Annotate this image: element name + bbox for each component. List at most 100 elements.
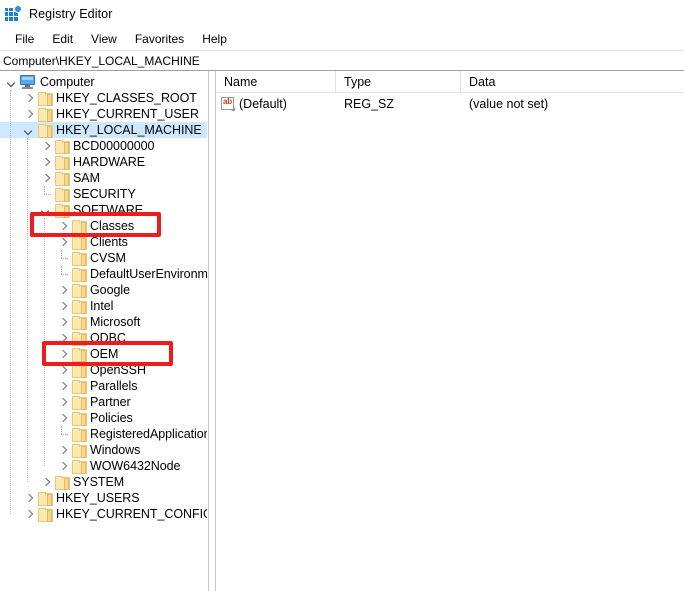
tree-node[interactable]: Parallels [0,378,207,394]
folder-icon [72,395,87,410]
tree-node[interactable]: Google [0,282,207,298]
chevron-right-icon[interactable] [21,506,37,522]
tree-node-label: CVSM [90,251,126,265]
tree-node[interactable]: Policies [0,410,207,426]
tree-node-label: Intel [90,299,114,313]
chevron-right-icon[interactable] [55,298,71,314]
tree-node[interactable]: Windows [0,442,207,458]
menu-item-edit[interactable]: Edit [43,30,82,48]
tree-node[interactable]: SOFTWARE [0,202,207,218]
computer-icon [20,75,36,89]
chevron-right-icon[interactable] [38,154,54,170]
chevron-right-icon[interactable] [38,474,54,490]
pane-splitter[interactable] [208,71,216,591]
folder-icon [55,187,70,202]
address-bar[interactable]: Computer\HKEY_LOCAL_MACHINE [0,50,684,71]
folder-icon [38,491,53,506]
tree-node[interactable]: CVSM [0,250,207,266]
tree-node[interactable]: ODBC [0,330,207,346]
menu-item-favorites[interactable]: Favorites [126,30,193,48]
chevron-right-icon[interactable] [55,378,71,394]
chevron-right-icon[interactable] [55,442,71,458]
tree-node-label: RegisteredApplications [90,427,208,441]
tree-node-label: SYSTEM [73,475,125,489]
tree-node[interactable]: HARDWARE [0,154,207,170]
folder-icon [72,427,87,442]
chevron-right-icon[interactable] [38,170,54,186]
tree-node[interactable]: Partner [0,394,207,410]
tree-node[interactable]: HKEY_CURRENT_USER [0,106,207,122]
chevron-down-icon[interactable] [38,202,54,218]
chevron-right-icon[interactable] [55,330,71,346]
menu-item-help[interactable]: Help [193,30,236,48]
chevron-right-icon[interactable] [55,314,71,330]
tree-connector-line [55,266,71,282]
registry-editor-icon [5,6,21,22]
chevron-right-icon[interactable] [21,106,37,122]
chevron-right-icon[interactable] [55,218,71,234]
chevron-down-icon[interactable] [4,74,20,90]
tree-node[interactable]: SAM [0,170,207,186]
tree-node[interactable]: Intel [0,298,207,314]
chevron-down-icon[interactable] [21,122,37,138]
tree-node[interactable]: SECURITY [0,186,207,202]
tree-node[interactable]: HKEY_CURRENT_CONFIG [0,506,207,522]
chevron-right-icon[interactable] [38,138,54,154]
tree-node[interactable]: BCD00000000 [0,138,207,154]
column-header-data[interactable]: Data [461,71,684,92]
tree-node[interactable]: HKEY_CLASSES_ROOT [0,90,207,106]
tree-node[interactable]: RegisteredApplications [0,426,207,442]
tree-node[interactable]: Microsoft [0,314,207,330]
menu-item-view[interactable]: View [82,30,126,48]
folder-icon [38,91,53,106]
menu-item-file[interactable]: File [6,30,43,48]
tree-node[interactable]: Clients [0,234,207,250]
folder-icon [72,379,87,394]
tree-node-label: SECURITY [73,187,136,201]
chevron-right-icon[interactable] [55,362,71,378]
value-list-pane[interactable]: Name Type Data ab (Default) REG_SZ (value n… [216,71,684,591]
chevron-right-icon[interactable] [55,410,71,426]
tree-node-label: SAM [73,171,100,185]
tree-node[interactable]: OEM [0,346,207,362]
column-header-name[interactable]: Name [216,71,336,92]
folder-icon [55,139,70,154]
tree-node-label: WOW6432Node [90,459,181,473]
folder-icon [72,347,87,362]
folder-icon [72,283,87,298]
tree-node[interactable]: Computer [0,74,207,90]
folder-icon [72,411,87,426]
tree-node-label: HKEY_CLASSES_ROOT [56,91,197,105]
folder-icon [72,219,87,234]
tree-node-label: Computer [40,75,95,89]
tree-node[interactable]: HKEY_USERS [0,490,207,506]
tree-node[interactable]: SYSTEM [0,474,207,490]
tree-node[interactable]: DefaultUserEnvironmen [0,266,207,282]
tree-node-label: HARDWARE [73,155,146,169]
chevron-right-icon[interactable] [55,346,71,362]
chevron-right-icon[interactable] [55,282,71,298]
chevron-right-icon[interactable] [55,394,71,410]
column-header-type[interactable]: Type [336,71,461,92]
tree-node-label: BCD00000000 [73,139,155,153]
tree-node[interactable]: Classes [0,218,207,234]
chevron-right-icon[interactable] [21,90,37,106]
tree-node[interactable]: OpenSSH [0,362,207,378]
folder-icon [72,443,87,458]
chevron-right-icon[interactable] [55,458,71,474]
tree-connector-line [55,426,71,442]
tree-node[interactable]: WOW6432Node [0,458,207,474]
chevron-right-icon[interactable] [21,490,37,506]
tree-node[interactable]: HKEY_LOCAL_MACHINE [0,122,207,138]
registry-tree-pane[interactable]: Computer HKEY_CLASSES_ROOT HKEY_CURRENT_US… [0,71,208,591]
chevron-right-icon[interactable] [55,234,71,250]
value-row[interactable]: ab (Default) REG_SZ (value not set) [216,93,684,114]
tree-node-label: Partner [90,395,131,409]
